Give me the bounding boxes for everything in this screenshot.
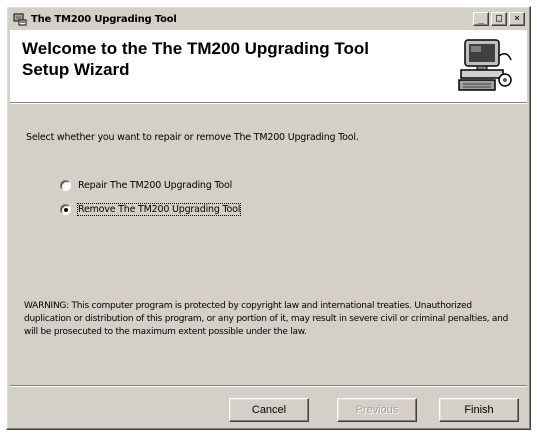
close-button[interactable]: ×: [509, 12, 525, 26]
copyright-warning: WARNING: This computer program is protec…: [24, 301, 509, 337]
repair-option[interactable]: Repair The TM200 Upgrading Tool: [60, 180, 232, 191]
wizard-banner: Welcome to the The TM200 Upgrading Tool …: [10, 30, 527, 103]
wizard-title: Welcome to the The TM200 Upgrading Tool …: [22, 39, 369, 79]
wizard-content: Select whether you want to repair or rem…: [10, 104, 527, 384]
cancel-button[interactable]: Cancel: [229, 398, 309, 422]
maximize-button[interactable]: □: [491, 12, 507, 26]
remove-label[interactable]: Remove The TM200 Upgrading Tool: [76, 203, 242, 216]
maximize-icon: □: [495, 13, 503, 24]
remove-radio[interactable]: [60, 204, 71, 215]
setup-wizard-window: The TM200 Upgrading Tool _ □ × Welcome t…: [6, 6, 531, 430]
window-title: The TM200 Upgrading Tool: [31, 13, 177, 25]
finish-button[interactable]: Finish: [439, 398, 519, 422]
minimize-button[interactable]: _: [473, 12, 489, 26]
repair-radio[interactable]: [60, 180, 71, 191]
title-bar[interactable]: The TM200 Upgrading Tool _ □ ×: [10, 10, 527, 28]
minimize-icon: _: [477, 13, 485, 24]
close-icon: ×: [513, 13, 521, 24]
computer-setup-icon: [451, 36, 515, 96]
instruction-text: Select whether you want to repair or rem…: [26, 132, 359, 143]
button-divider-highlight: [10, 386, 527, 387]
installer-icon: [12, 11, 28, 27]
repair-label[interactable]: Repair The TM200 Upgrading Tool: [78, 180, 232, 191]
previous-button[interactable]: Previous: [337, 398, 417, 422]
remove-option[interactable]: Remove The TM200 Upgrading Tool: [60, 203, 242, 216]
